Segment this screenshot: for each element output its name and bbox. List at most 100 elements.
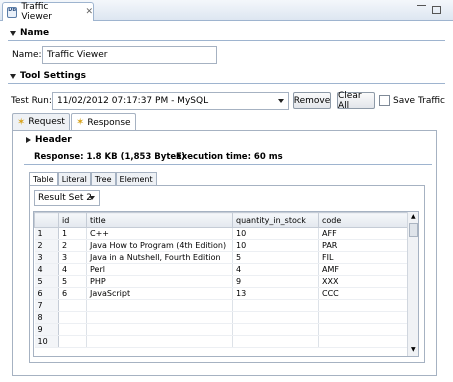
title-cell[interactable]: Perl	[86, 263, 233, 276]
code-cell[interactable]	[318, 311, 409, 324]
id-cell[interactable]	[58, 311, 87, 324]
collapse-arrow-icon	[10, 30, 16, 36]
result-table: id title quantity_in_stock code 1 1 C++ 10 A…	[34, 212, 409, 348]
title-cell[interactable]: C++	[86, 227, 233, 240]
quantity-cell[interactable]: 10	[232, 239, 319, 252]
code-cell[interactable]	[318, 335, 409, 348]
result-set-select[interactable]: Result Set 2	[34, 190, 100, 206]
column-header-quantity-in-stock[interactable]: quantity_in_stock	[232, 212, 319, 228]
scroll-up-icon[interactable]: ▲	[411, 213, 416, 220]
code-cell[interactable]: XXX	[318, 275, 409, 288]
quantity-cell[interactable]	[232, 299, 319, 312]
vertical-scrollbar[interactable]: ▲ ▼	[407, 212, 418, 356]
table-row[interactable]: 8	[34, 311, 409, 324]
id-cell[interactable]	[58, 299, 87, 312]
tab-tree[interactable]: Tree	[90, 172, 116, 185]
id-cell[interactable]	[58, 335, 87, 348]
view-tab-title: Traffic Viewer	[21, 2, 52, 22]
code-cell[interactable]: PAR	[318, 239, 409, 252]
row-number-cell[interactable]: 4	[34, 263, 59, 276]
tool-settings-toggle[interactable]: Tool Settings	[10, 71, 86, 81]
header-toggle[interactable]: Header	[26, 135, 72, 145]
execution-time: Execution time: 60 ms	[176, 152, 283, 162]
tab-response[interactable]: ✶ Response	[70, 113, 136, 131]
request-response-tabs: ✶ Request ✶ Response	[12, 113, 136, 131]
id-cell[interactable]: 4	[58, 263, 87, 276]
code-cell[interactable]	[318, 323, 409, 336]
response-size: Response: 1.8 KB (1,853 Bytes)	[34, 152, 186, 162]
tab-request-label: Request	[28, 117, 65, 127]
id-cell[interactable]: 3	[58, 251, 87, 264]
result-grid: id title quantity_in_stock code 1 1 C++ 10 A…	[33, 211, 419, 357]
tab-literal[interactable]: Literal	[57, 172, 91, 185]
id-cell[interactable]	[58, 323, 87, 336]
title-cell[interactable]	[86, 335, 233, 348]
scrollbar-thumb[interactable]	[409, 223, 418, 237]
view-tab-traffic-viewer[interactable]: DB Traffic Viewer ✕	[2, 2, 94, 22]
save-traffic-label: Save Traffic	[393, 96, 445, 106]
title-cell[interactable]: Java How to Program (4th Edition)	[86, 239, 233, 252]
close-icon[interactable]: ✕	[85, 7, 93, 17]
table-row[interactable]: 5 5 PHP 9 XXX	[34, 275, 409, 288]
tab-table[interactable]: Table	[29, 172, 58, 185]
code-cell[interactable]: AFF	[318, 227, 409, 240]
quantity-cell[interactable]: 10	[232, 227, 319, 240]
id-cell[interactable]: 5	[58, 275, 87, 288]
quantity-cell[interactable]	[232, 335, 319, 348]
column-header-title[interactable]: title	[86, 212, 233, 228]
minimize-icon[interactable]	[417, 3, 426, 6]
title-cell[interactable]: Java in a Nutshell, Fourth Edition	[86, 251, 233, 264]
scroll-down-icon[interactable]: ▼	[411, 346, 416, 353]
row-number-cell[interactable]: 8	[34, 311, 59, 324]
id-cell[interactable]: 2	[58, 239, 87, 252]
table-row[interactable]: 1 1 C++ 10 AFF	[34, 227, 409, 240]
row-number-cell[interactable]: 6	[34, 287, 59, 300]
test-run-select[interactable]: 11/02/2012 07:17:37 PM - MySQL	[52, 92, 289, 110]
column-header-code[interactable]: code	[318, 212, 409, 228]
tab-element[interactable]: Element	[115, 172, 157, 185]
maximize-icon[interactable]	[432, 6, 441, 14]
code-cell[interactable]	[318, 299, 409, 312]
clear-all-button[interactable]: Clear All	[337, 91, 375, 111]
title-cell[interactable]	[86, 311, 233, 324]
quantity-cell[interactable]: 4	[232, 263, 319, 276]
quantity-cell[interactable]	[232, 323, 319, 336]
table-row[interactable]: 10	[34, 335, 409, 348]
id-cell[interactable]: 6	[58, 287, 87, 300]
tab-response-label: Response	[87, 117, 131, 128]
table-row[interactable]: 7	[34, 299, 409, 312]
table-row[interactable]: 2 2 Java How to Program (4th Edition) 10 PAR	[34, 239, 409, 252]
row-number-cell[interactable]: 7	[34, 299, 59, 312]
result-view-tabs: Table Literal Tree Element	[29, 172, 157, 185]
table-body: 1 1 C++ 10 AFF 2 2 Java How to Program (4th Edi…	[34, 227, 409, 348]
title-cell[interactable]	[86, 299, 233, 312]
id-cell[interactable]: 1	[58, 227, 87, 240]
table-row[interactable]: 9	[34, 323, 409, 336]
quantity-cell[interactable]: 9	[232, 275, 319, 288]
row-number-cell[interactable]: 10	[34, 335, 59, 348]
table-row[interactable]: 6 6 JavaScript 13 CCC	[34, 287, 409, 300]
code-cell[interactable]: CCC	[318, 287, 409, 300]
column-header-id[interactable]: id	[58, 212, 87, 228]
name-input[interactable]	[42, 46, 217, 64]
save-traffic-checkbox[interactable]	[379, 95, 390, 106]
code-cell[interactable]: AMF	[318, 263, 409, 276]
quantity-cell[interactable]: 13	[232, 287, 319, 300]
row-number-cell[interactable]: 1	[34, 227, 59, 240]
name-section-toggle[interactable]: Name	[10, 28, 49, 38]
table-row[interactable]: 3 3 Java in a Nutshell, Fourth Edition 5 FIL	[34, 251, 409, 264]
row-number-cell[interactable]: 2	[34, 239, 59, 252]
title-cell[interactable]: PHP	[86, 275, 233, 288]
quantity-cell[interactable]	[232, 311, 319, 324]
tab-request[interactable]: ✶ Request	[12, 113, 70, 130]
code-cell[interactable]: FIL	[318, 251, 409, 264]
quantity-cell[interactable]: 5	[232, 251, 319, 264]
title-cell[interactable]: JavaScript	[86, 287, 233, 300]
row-number-cell[interactable]: 5	[34, 275, 59, 288]
remove-button[interactable]: Remove	[293, 92, 331, 109]
test-run-value: 11/02/2012 07:17:37 PM - MySQL	[57, 96, 209, 106]
table-row[interactable]: 4 4 Perl 4 AMF	[34, 263, 409, 276]
title-cell[interactable]	[86, 323, 233, 336]
row-number-cell[interactable]: 3	[34, 251, 59, 264]
row-number-cell[interactable]: 9	[34, 323, 59, 336]
